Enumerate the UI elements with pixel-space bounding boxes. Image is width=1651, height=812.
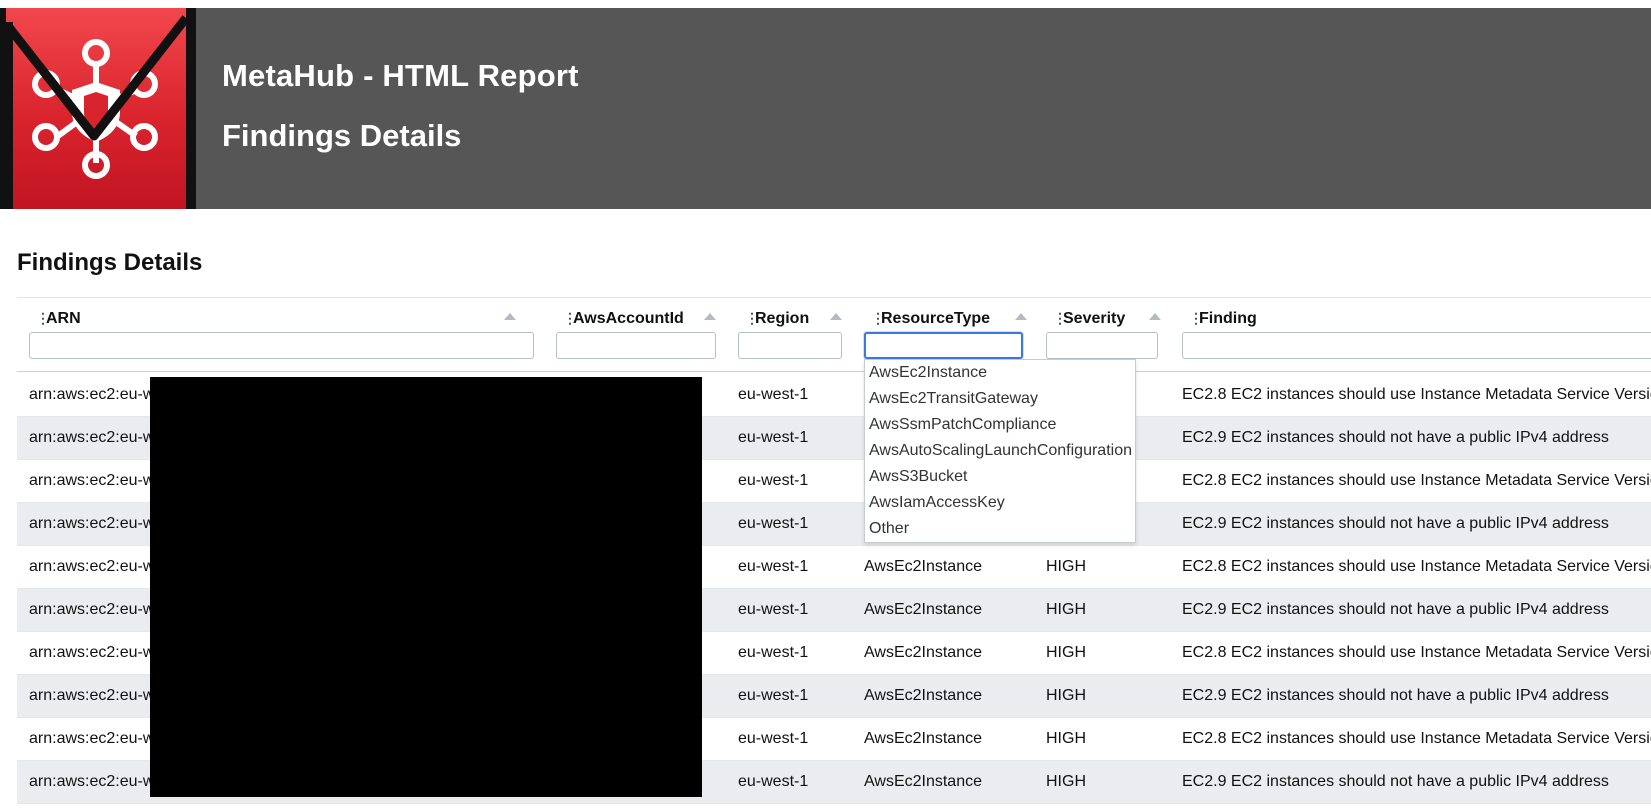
column-title: Region (755, 310, 810, 327)
cell-finding: EC2.8 EC2 instances should use Instance … (1182, 472, 1651, 489)
cell-arn: arn:aws:ec2:eu-w (29, 386, 155, 403)
sort-ascending-icon[interactable] (1149, 313, 1161, 320)
column-title: ARN (46, 310, 81, 327)
table-header: ⋮ ARN ⋮ AwsAccountId ⋮ Region ⋮ Resource… (17, 298, 1651, 372)
column-header-arn[interactable]: ⋮ ARN (29, 298, 539, 372)
cell-severity: HIGH (1046, 644, 1086, 661)
cell-resource-type: AwsEc2Instance (864, 730, 982, 747)
cell-resource-type: AwsEc2Instance (864, 558, 982, 575)
cell-arn: arn:aws:ec2:eu-w (29, 773, 155, 790)
cell-severity: HIGH (1046, 730, 1086, 747)
awsaccountid-filter-input[interactable] (556, 332, 716, 359)
cell-finding: EC2.8 EC2 instances should use Instance … (1182, 558, 1651, 575)
sort-ascending-icon[interactable] (704, 313, 716, 320)
cell-region: eu-west-1 (738, 730, 809, 747)
resourcetype-filter-input[interactable] (864, 332, 1023, 359)
dropdown-option[interactable]: Other (869, 520, 909, 538)
column-title: AwsAccountId (573, 310, 684, 327)
cell-resource-type: AwsEc2Instance (864, 601, 982, 618)
column-header-finding[interactable]: ⋮ Finding (1182, 298, 1651, 372)
sort-ascending-icon[interactable] (1015, 313, 1027, 320)
column-title: Finding (1199, 310, 1257, 327)
cell-arn: arn:aws:ec2:eu-w (29, 644, 155, 661)
cell-arn: arn:aws:ec2:eu-w (29, 558, 155, 575)
cell-arn: arn:aws:ec2:eu-w (29, 730, 155, 747)
region-filter-input[interactable] (738, 332, 842, 359)
cell-arn: arn:aws:ec2:eu-w (29, 687, 155, 704)
arn-filter-input[interactable] (29, 332, 534, 359)
cell-finding: EC2.8 EC2 instances should use Instance … (1182, 730, 1651, 747)
cell-region: eu-west-1 (738, 601, 809, 618)
dropdown-option[interactable]: AwsS3Bucket (869, 468, 967, 486)
cell-region: eu-west-1 (738, 472, 809, 489)
cell-finding: EC2.9 EC2 instances should not have a pu… (1182, 601, 1609, 618)
cell-resource-type: AwsEc2Instance (864, 644, 982, 661)
column-title: ResourceType (881, 310, 991, 327)
sort-ascending-icon[interactable] (830, 313, 842, 320)
cell-resource-type: AwsEc2Instance (864, 687, 982, 704)
cell-finding: EC2.9 EC2 instances should not have a pu… (1182, 773, 1609, 790)
dropdown-option[interactable]: AwsSsmPatchCompliance (869, 416, 1056, 434)
column-title: Severity (1063, 310, 1126, 327)
cell-region: eu-west-1 (738, 644, 809, 661)
column-header-region[interactable]: ⋮ Region (738, 298, 863, 372)
cell-region: eu-west-1 (738, 515, 809, 532)
metahub-logo (0, 8, 196, 209)
severity-filter-input[interactable] (1046, 332, 1158, 359)
cell-region: eu-west-1 (738, 773, 809, 790)
cell-finding: EC2.8 EC2 instances should use Instance … (1182, 644, 1651, 661)
cell-arn: arn:aws:ec2:eu-w (29, 601, 155, 618)
cell-severity: HIGH (1046, 601, 1086, 618)
cell-resource-type: AwsEc2Instance (864, 773, 982, 790)
report-title: MetaHub - HTML Report (222, 58, 579, 93)
sort-ascending-icon[interactable] (504, 313, 516, 320)
report-header-banner: MetaHub - HTML Report Findings Details (0, 8, 1651, 209)
cell-severity: HIGH (1046, 558, 1086, 575)
dropdown-option[interactable]: AwsIamAccessKey (869, 494, 1005, 512)
report-subtitle: Findings Details (222, 118, 462, 153)
cell-arn: arn:aws:ec2:eu-w (29, 429, 155, 446)
dropdown-option[interactable]: AwsEc2TransitGateway (869, 390, 1038, 408)
cell-severity: HIGH (1046, 773, 1086, 790)
dropdown-option[interactable]: AwsEc2Instance (869, 364, 987, 382)
finding-filter-input[interactable] (1182, 332, 1651, 359)
cell-region: eu-west-1 (738, 429, 809, 446)
cell-arn: arn:aws:ec2:eu-w (29, 515, 155, 532)
resourcetype-filter-dropdown[interactable]: AwsEc2Instance AwsEc2TransitGateway AwsSsm… (864, 359, 1136, 543)
cell-region: eu-west-1 (738, 687, 809, 704)
cell-region: eu-west-1 (738, 386, 809, 403)
cell-severity: HIGH (1046, 687, 1086, 704)
cell-arn: arn:aws:ec2:eu-w (29, 472, 155, 489)
cell-finding: EC2.9 EC2 instances should not have a pu… (1182, 515, 1609, 532)
redacted-area (150, 377, 702, 797)
cell-finding: EC2.8 EC2 instances should use Instance … (1182, 386, 1651, 403)
cell-finding: EC2.9 EC2 instances should not have a pu… (1182, 687, 1609, 704)
cell-region: eu-west-1 (738, 558, 809, 575)
dropdown-option[interactable]: AwsAutoScalingLaunchConfiguration (869, 442, 1132, 460)
section-title: Findings Details (17, 249, 203, 276)
metahub-network-shield-icon (3, 8, 196, 209)
column-header-awsaccountid[interactable]: ⋮ AwsAccountId (556, 298, 731, 372)
cell-finding: EC2.9 EC2 instances should not have a pu… (1182, 429, 1609, 446)
